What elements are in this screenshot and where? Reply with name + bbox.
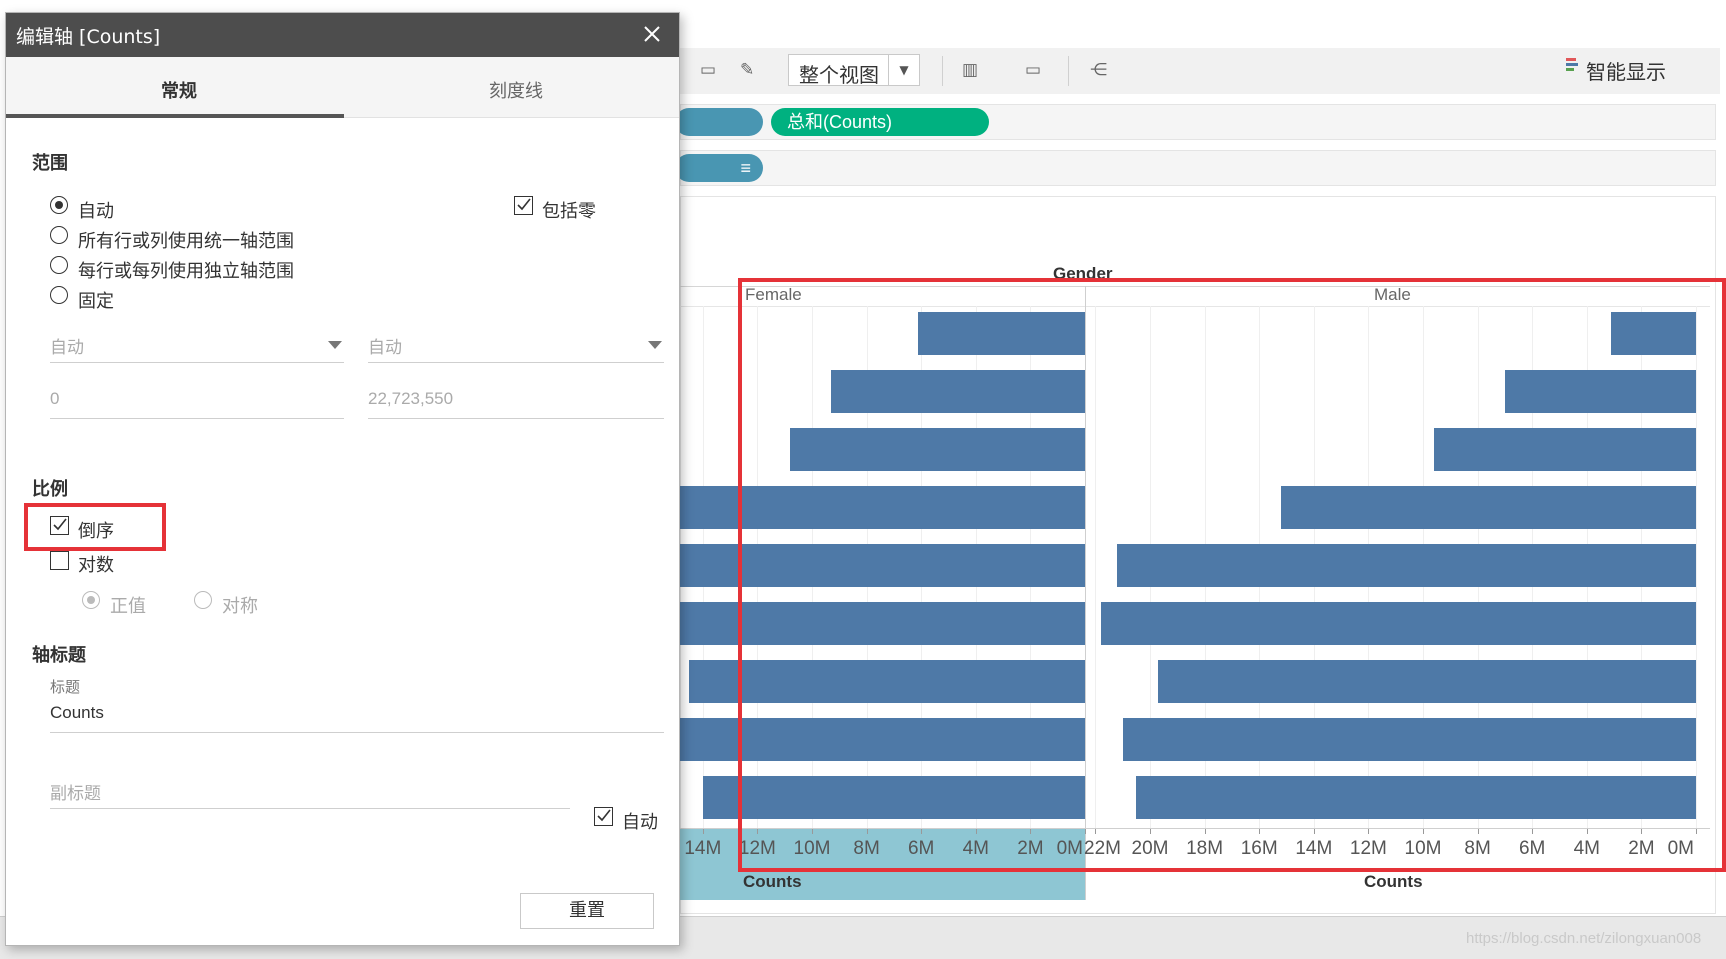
range-independent-radio[interactable] [50, 256, 68, 274]
axis-title-male: Counts [1364, 872, 1423, 891]
chart-type-icon[interactable]: ▥ [962, 60, 978, 80]
active-tab-indicator [6, 114, 344, 118]
chevron-down-icon [328, 341, 342, 349]
subtitle-placeholder: 副标题 [50, 784, 101, 803]
chevron-down-icon: ▼ [888, 55, 919, 85]
range-section-title: 范围 [32, 153, 68, 174]
pin-icon[interactable]: ✎ [740, 60, 754, 80]
columns-pill-partial[interactable] [675, 108, 763, 136]
tab-general[interactable]: 常规 [14, 77, 344, 103]
subtitle-input[interactable]: 副标题 [50, 775, 570, 809]
toolbar-divider [1068, 56, 1069, 86]
range-independent-label: 每行或每列使用独立轴范围 [78, 261, 294, 282]
annotation-red-box-reversed [24, 503, 166, 551]
positive-radio[interactable] [82, 591, 100, 609]
range-uniform-label: 所有行或列使用统一轴范围 [78, 231, 294, 252]
show-me-button[interactable]: 智能显示 [1586, 56, 1666, 85]
log-label: 对数 [78, 555, 114, 576]
range-auto-label: 自动 [78, 201, 114, 222]
toolbar: ▭ ✎ 整个视图 ▼ ▥ ▭ ⋲ 智能显示 [680, 48, 1720, 94]
view-mode-select[interactable]: 整个视图 ▼ [788, 54, 920, 87]
toolbar-divider [942, 56, 943, 86]
scale-section-title: 比例 [32, 479, 68, 500]
range-uniform-radio[interactable] [50, 226, 68, 244]
subtitle-auto-label: 自动 [622, 812, 658, 833]
symmetric-label: 对称 [222, 596, 258, 617]
positive-label: 正值 [110, 596, 146, 617]
range-end-select-value: 自动 [368, 338, 402, 357]
title-field-label: 标题 [50, 678, 81, 696]
axis-title-input[interactable]: Counts [50, 699, 664, 733]
columns-shelf: 总和(Counts) [675, 104, 1716, 140]
range-start-input[interactable]: 0 [50, 385, 344, 419]
range-end-input[interactable]: 22,723,550 [368, 385, 664, 419]
reset-button[interactable]: 重置 [520, 893, 654, 929]
text-label-icon[interactable]: ▭ [700, 60, 716, 80]
watermark: https://blog.csdn.net/zilongxuan008 [1466, 930, 1702, 947]
chevron-down-icon [648, 341, 662, 349]
axis-title-value: Counts [50, 703, 104, 722]
tab-tick-marks[interactable]: 刻度线 [351, 77, 681, 103]
range-fixed-radio[interactable] [50, 286, 68, 304]
close-icon[interactable] [639, 21, 665, 47]
range-fixed-label: 固定 [78, 291, 114, 312]
include-zero-label: 包括零 [542, 201, 596, 222]
symmetric-radio[interactable] [194, 591, 212, 609]
range-auto-radio[interactable] [50, 196, 68, 214]
range-end-value: 22,723,550 [368, 389, 454, 408]
subtitle-auto-checkbox[interactable] [594, 807, 613, 826]
tick-label: 14M [684, 838, 722, 859]
range-start-select[interactable]: 自动 [50, 329, 344, 363]
dialog-title-bar: 编辑轴 [Counts] [6, 13, 679, 57]
range-start-value: 0 [50, 389, 60, 408]
log-checkbox[interactable] [50, 551, 69, 570]
rows-shelf: ≡ [675, 150, 1716, 186]
rows-pill-partial[interactable]: ≡ [675, 154, 763, 182]
dialog-tabs: 常规 刻度线 [6, 57, 679, 118]
range-end-select[interactable]: 自动 [368, 329, 664, 363]
show-me-icon [1566, 58, 1578, 74]
axis-title-section-title: 轴标题 [32, 645, 86, 666]
share-icon[interactable]: ⋲ [1090, 60, 1107, 80]
annotation-red-box-chart [738, 278, 1726, 872]
range-start-select-value: 自动 [50, 338, 84, 357]
axis-title-female: Counts [743, 872, 802, 891]
include-zero-checkbox[interactable] [514, 196, 533, 215]
presentation-icon[interactable]: ▭ [1025, 60, 1041, 80]
view-mode-value: 整个视图 [799, 63, 879, 87]
sort-icon: ≡ [740, 158, 751, 178]
dialog-title: 编辑轴 [Counts] [16, 26, 161, 48]
columns-pill-sum-counts[interactable]: 总和(Counts) [771, 108, 989, 136]
edit-axis-dialog: 编辑轴 [Counts] 常规 刻度线 范围 自动 所有行或列使用统一轴范围 每… [5, 12, 680, 946]
